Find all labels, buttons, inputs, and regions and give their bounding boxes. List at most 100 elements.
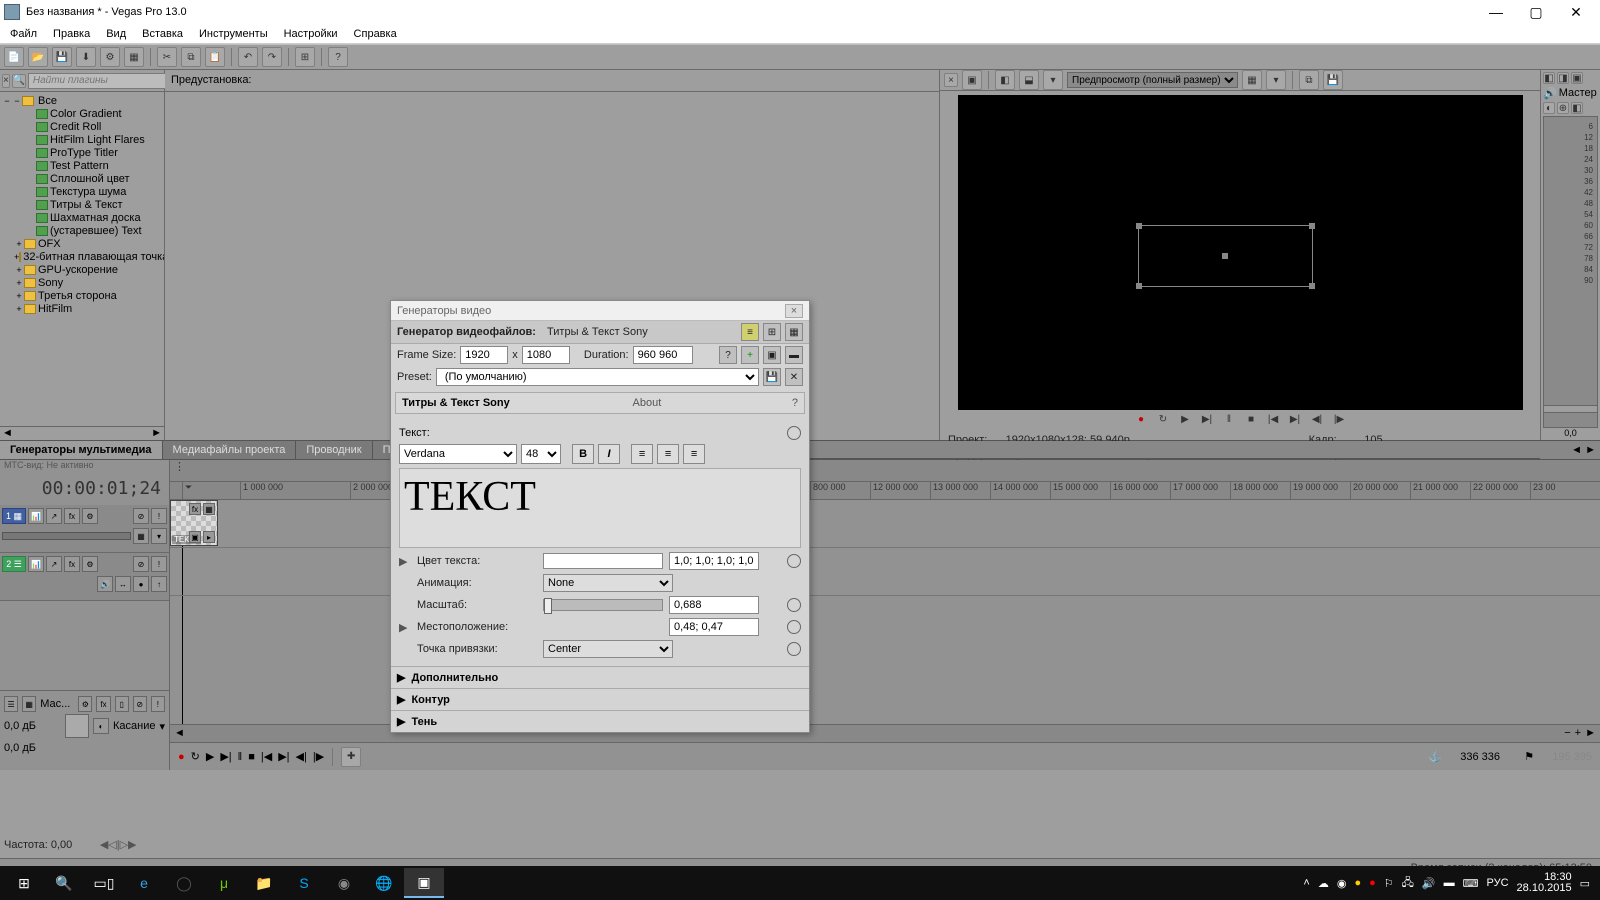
- preview-overlay-icon[interactable]: ▦: [1242, 70, 1262, 90]
- fontsize-select[interactable]: 48: [521, 444, 561, 464]
- expand-icon[interactable]: ▶: [399, 555, 411, 568]
- shuttle-icon[interactable]: ◀◁|▷▶: [100, 839, 137, 851]
- tree-item[interactable]: Credit Roll: [50, 121, 101, 133]
- grid-icon[interactable]: ⊞: [763, 323, 781, 341]
- zoom-in-icon[interactable]: +: [1575, 727, 1581, 739]
- tree-root[interactable]: Все: [36, 95, 59, 107]
- time-ruler[interactable]: ⏷ 1 000 000 2 000 000 3 000 000 800 000 …: [170, 482, 1600, 500]
- menu-tools[interactable]: Инструменты: [193, 26, 274, 42]
- preview-copy-icon[interactable]: ⧉: [1299, 70, 1319, 90]
- next-frame-icon[interactable]: |▶: [313, 750, 324, 763]
- cortana-icon[interactable]: ◯: [164, 868, 204, 898]
- goto-end-icon[interactable]: ▶|: [278, 750, 289, 763]
- track-vol-icon[interactable]: 🔊: [97, 576, 113, 592]
- mix-mute-icon[interactable]: ⊘: [133, 696, 147, 712]
- tray-network-icon[interactable]: 🖧: [1402, 874, 1414, 893]
- track-mute-icon[interactable]: ⊘: [133, 508, 149, 524]
- text-color-input[interactable]: [669, 552, 759, 570]
- tree-item[interactable]: HitFilm Light Flares: [50, 134, 145, 146]
- preview-quality-icon[interactable]: ▾: [1043, 70, 1063, 90]
- track-bypass-icon[interactable]: ↗: [46, 508, 62, 524]
- paste-icon[interactable]: 📋: [205, 47, 225, 67]
- loop-icon[interactable]: ↻: [191, 750, 200, 763]
- bold-button[interactable]: B: [572, 444, 594, 464]
- minimize-button[interactable]: —: [1476, 4, 1516, 20]
- track-level-icon[interactable]: 📊: [28, 508, 44, 524]
- goto-start-icon[interactable]: |◀: [1265, 414, 1281, 430]
- text-clip[interactable]: fx ▦ ТЕКСТ ▣ ▸: [170, 500, 218, 546]
- vegas-task-icon[interactable]: ▣: [404, 868, 444, 898]
- tree-item[interactable]: Титры & Текст: [50, 199, 123, 211]
- edge-icon[interactable]: e: [124, 868, 164, 898]
- play-from-icon[interactable]: ▶|: [1199, 414, 1215, 430]
- preview-close-icon[interactable]: ×: [944, 73, 958, 87]
- italic-button[interactable]: I: [598, 444, 620, 464]
- tray-stop-icon[interactable]: ●: [1369, 877, 1376, 889]
- what-icon[interactable]: ?: [328, 47, 348, 67]
- tree-item[interactable]: Сплошной цвет: [50, 173, 130, 185]
- tray-notifications-icon[interactable]: ▭: [1580, 877, 1590, 890]
- tray-up-icon[interactable]: ˄: [1303, 877, 1309, 889]
- scale-slider[interactable]: [543, 599, 663, 611]
- tray-battery-icon[interactable]: ▬: [1444, 877, 1455, 889]
- meter-b-icon[interactable]: ⊕: [1557, 102, 1569, 114]
- anchor-icon[interactable]: ⚓: [1428, 750, 1442, 763]
- flag-icon[interactable]: ⚑: [1524, 750, 1534, 763]
- mix-btn1-icon[interactable]: ☰: [4, 696, 18, 712]
- help-link[interactable]: ?: [792, 397, 798, 409]
- prev-frame-icon[interactable]: ◀|: [296, 750, 307, 763]
- grid2-icon[interactable]: ▦: [785, 323, 803, 341]
- scroll-right-icon[interactable]: ►: [1585, 727, 1596, 739]
- play-icon[interactable]: ▶: [1177, 414, 1193, 430]
- animate-text-icon[interactable]: [787, 426, 801, 440]
- start-icon[interactable]: ⊞: [4, 868, 44, 898]
- tray-steam-icon[interactable]: ◉: [1337, 877, 1347, 890]
- tree-item[interactable]: ProType Titler: [50, 147, 118, 159]
- preview-viewport[interactable]: [958, 95, 1523, 410]
- position-input[interactable]: [669, 618, 759, 636]
- meter-btn1-icon[interactable]: ◧: [1543, 72, 1555, 84]
- delete-preset-icon[interactable]: ✕: [785, 368, 803, 386]
- track-more-icon[interactable]: ↑: [151, 576, 167, 592]
- open-icon[interactable]: 📂: [28, 47, 48, 67]
- anchor-select[interactable]: Center: [543, 640, 673, 658]
- text-editor[interactable]: ТЕКСТ: [399, 468, 801, 548]
- animate-anchor-icon[interactable]: [787, 642, 801, 656]
- mix-auto-icon[interactable]: ⚙: [78, 696, 92, 712]
- explorer-icon[interactable]: 📁: [244, 868, 284, 898]
- pause-icon[interactable]: ‖: [1221, 414, 1237, 430]
- track-bypass-icon[interactable]: ↗: [46, 556, 62, 572]
- preview-quality-select[interactable]: Предпросмотр (полный размер): [1067, 72, 1238, 88]
- duration-input[interactable]: [633, 346, 693, 364]
- undo-icon[interactable]: ↶: [238, 47, 258, 67]
- menu-insert[interactable]: Вставка: [136, 26, 189, 42]
- tree-folder[interactable]: OFX: [38, 238, 61, 250]
- dialog-close-icon[interactable]: ×: [785, 304, 803, 318]
- taskview-icon[interactable]: ▭▯: [84, 868, 124, 898]
- tray-cloud-icon[interactable]: ☁: [1318, 877, 1329, 890]
- tree-item[interactable]: Шахматная доска: [50, 212, 141, 224]
- close-button[interactable]: ✕: [1556, 4, 1596, 21]
- track-mute-icon[interactable]: ⊘: [133, 556, 149, 572]
- track-auto-icon[interactable]: ⚙: [82, 556, 98, 572]
- zoom-out-icon[interactable]: −: [1564, 727, 1570, 739]
- about-link[interactable]: About: [633, 397, 662, 409]
- font-select[interactable]: Verdana: [399, 444, 517, 464]
- pause-icon[interactable]: ‖: [238, 751, 243, 763]
- animation-select[interactable]: None: [543, 574, 673, 592]
- tab-explorer[interactable]: Проводник: [296, 441, 372, 459]
- tab-generators[interactable]: Генераторы мультимедиа: [0, 441, 163, 459]
- meter-c-icon[interactable]: ◧: [1571, 102, 1583, 114]
- help-icon[interactable]: ?: [719, 346, 737, 364]
- copy-icon[interactable]: ⧉: [181, 47, 201, 67]
- search-icon[interactable]: 🔍: [12, 74, 26, 88]
- props2-icon[interactable]: ▦: [124, 47, 144, 67]
- clip-pan-icon[interactable]: ▦: [203, 503, 215, 515]
- track-level-icon[interactable]: 📊: [28, 556, 44, 572]
- record-icon[interactable]: ●: [1133, 414, 1149, 430]
- utorrent-icon[interactable]: μ: [204, 868, 244, 898]
- tree-folder[interactable]: Sony: [38, 277, 63, 289]
- tray-clock[interactable]: 18:3028.10.2015: [1517, 872, 1572, 894]
- steam-icon[interactable]: ◉: [324, 868, 364, 898]
- track-rec-icon[interactable]: ●: [133, 576, 149, 592]
